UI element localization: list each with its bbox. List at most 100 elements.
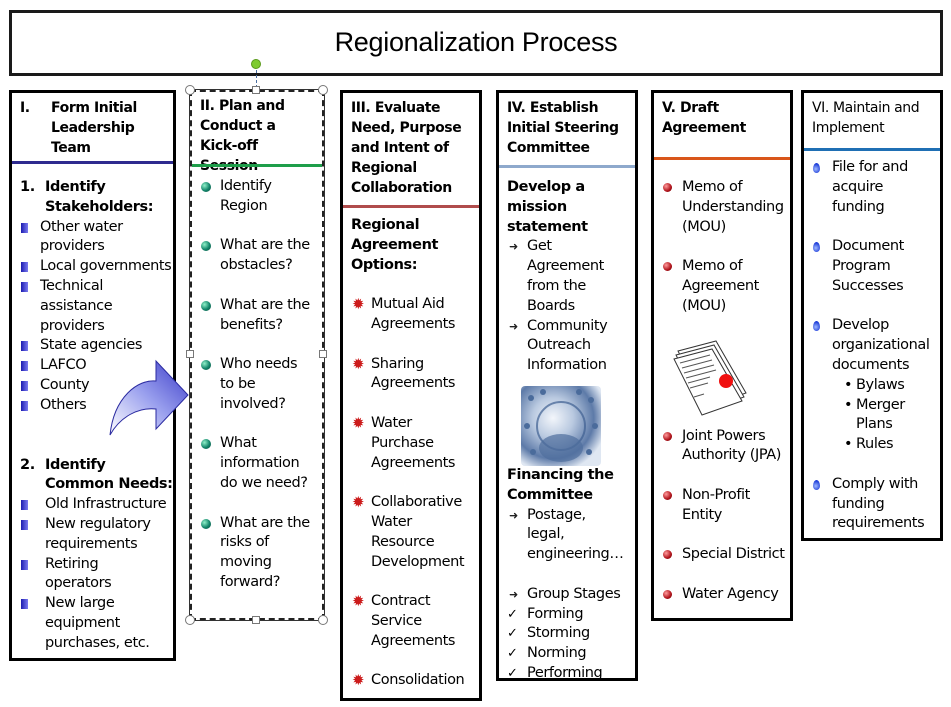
column-evaluate-need: III. Evaluate Need, Purpose and Intent o… <box>340 90 482 701</box>
green-check-ball-icon <box>201 360 211 371</box>
bullet-dot-icon: • <box>844 436 853 453</box>
square-bullet-icon <box>21 222 28 233</box>
square-bullet-icon <box>21 262 28 273</box>
list-item: ✹ Contract Service Agreements <box>343 592 479 651</box>
list-item: ➜ Community Outreach Information <box>499 317 635 376</box>
square-bullet-icon <box>21 380 28 391</box>
item-text: Bylaws <box>856 376 905 393</box>
red-ball-icon <box>663 490 672 500</box>
item-text: Norming <box>527 645 587 662</box>
green-check-ball-icon <box>201 300 211 311</box>
square-bullet-icon <box>21 361 28 372</box>
list-item: ➜ Get Agreement from the Boards <box>499 237 635 316</box>
item-text: Others <box>40 396 87 413</box>
item-text: State agencies <box>40 337 143 354</box>
column-body: File for and acquire funding Document Pr… <box>804 158 940 534</box>
resize-handle-bottom[interactable] <box>252 616 260 624</box>
red-star-icon: ✹ <box>352 354 365 373</box>
resize-handle-bottom-right[interactable] <box>318 615 328 625</box>
resize-handle-top-right[interactable] <box>318 85 328 95</box>
item-text: Consolidation <box>371 672 465 689</box>
list-item: Local governments <box>12 257 173 277</box>
list-item: Other water providers <box>12 218 173 258</box>
item-text: Rules <box>856 436 894 453</box>
item-text: Retiring operators <box>45 555 112 592</box>
diagram-title: Regionalization Process <box>334 27 618 57</box>
red-ball-icon <box>663 431 672 441</box>
column-kickoff-session[interactable]: II. Plan and Conduct a Kick-off Session … <box>189 89 325 621</box>
checkmark-icon: ✓ <box>507 665 518 681</box>
section-title-text: Identify Stakeholders: <box>45 179 154 215</box>
column-body: Memo of Understanding (MOU) Memo of Agre… <box>654 178 790 605</box>
list-item: Memo of Understanding (MOU) <box>654 178 790 237</box>
heading-divider <box>804 148 940 151</box>
item-text: LAFCO <box>40 357 87 374</box>
heading-text: Form Initial Leadership Team <box>51 100 137 156</box>
list-item: New large equipment purchases, etc. <box>12 594 173 653</box>
curved-arrow-icon <box>109 359 189 436</box>
heading-divider <box>12 161 173 164</box>
stage-item: ✓ Performing <box>499 664 635 684</box>
section-number: 1. <box>20 179 35 195</box>
square-bullet-icon <box>21 519 28 530</box>
section-title: Develop a mission statement <box>507 179 588 235</box>
list-item: Develop organizational documents <box>804 316 940 375</box>
resize-handle-bottom-left[interactable] <box>185 615 195 625</box>
item-text: Memo of Understanding (MOU) <box>682 179 784 235</box>
square-bullet-icon <box>21 559 28 570</box>
item-text: New large equipment purchases, etc. <box>45 595 150 651</box>
heading-divider <box>654 157 790 160</box>
list-item: ✹ Consolidation <box>343 671 479 691</box>
list-item: Joint Powers Authority (JPA) <box>654 427 790 467</box>
stage-item: ✓ Storming <box>499 624 635 644</box>
list-item: Memo of Agreement (MOU) <box>654 257 790 316</box>
section-title: 2. Identify Common Needs: <box>12 456 173 496</box>
red-star-icon: ✹ <box>352 592 365 611</box>
arrow-down-bullet-icon: ➜ <box>509 508 518 522</box>
item-text: New regulatory requirements <box>45 515 151 552</box>
rotation-handle[interactable] <box>251 59 261 69</box>
list-item: File for and acquire funding <box>804 158 940 217</box>
stage-item: ✓ Forming <box>499 605 635 625</box>
column-body: Develop a mission statement ➜ Get Agreeme… <box>499 178 635 684</box>
column-body: Identify Region What are the obstacles? … <box>192 177 322 593</box>
section-number: 2. <box>20 456 35 473</box>
item-text: Non-Profit Entity <box>682 486 750 523</box>
item-text: Other water providers <box>40 218 123 255</box>
item-text: Local governments <box>40 258 172 275</box>
square-bullet-icon <box>21 599 28 610</box>
resize-handle-left[interactable] <box>186 350 194 358</box>
column-steering-committee: IV. Establish Initial Steering Committee… <box>496 90 638 681</box>
list-item: ➜ Postage, legal, engineering… <box>499 506 635 565</box>
item-text: What are the benefits? <box>220 296 310 333</box>
item-text: Who needs to be involved? <box>220 356 298 412</box>
resize-handle-top[interactable] <box>252 86 260 94</box>
item-text: What are the risks of moving forward? <box>220 514 310 590</box>
list-item: Document Program Successes <box>804 237 940 296</box>
item-text: Technical assistance providers <box>40 277 113 334</box>
item-text: Merger Plans <box>856 396 905 433</box>
section-title-text: Identify Common Needs: <box>45 456 173 493</box>
list-item: Retiring operators <box>12 555 173 595</box>
stage-item: ✓ Norming <box>499 644 635 664</box>
list-item: Water Agency <box>654 585 790 605</box>
green-check-ball-icon <box>201 518 211 529</box>
item-text: Sharing Agreements <box>371 355 456 392</box>
arrow-down-bullet-icon: ➜ <box>509 319 518 333</box>
column-heading: III. Evaluate Need, Purpose and Intent o… <box>351 100 462 196</box>
item-text: Document Program Successes <box>832 238 904 294</box>
heading-divider <box>343 205 479 208</box>
red-ball-icon <box>663 550 672 560</box>
item-text: Community Outreach Information <box>527 317 608 374</box>
list-item: What are the obstacles? <box>192 236 322 276</box>
resize-handle-top-left[interactable] <box>185 85 195 95</box>
resize-handle-right[interactable] <box>319 350 327 358</box>
column-draft-agreement: V. Draft Agreement Memo of Understanding… <box>651 90 793 621</box>
item-text: Joint Powers Authority (JPA) <box>682 427 782 464</box>
list-item: ✹ Collaborative Water Resource Developmen… <box>343 493 479 572</box>
checkmark-icon: ✓ <box>507 646 518 662</box>
item-text: Special District <box>682 546 785 563</box>
list-item: ✹ Water Purchase Agreements <box>343 414 479 473</box>
column-heading: VI. Maintain and Implement <box>812 100 920 136</box>
section-title: Financing the Committee <box>507 466 614 503</box>
